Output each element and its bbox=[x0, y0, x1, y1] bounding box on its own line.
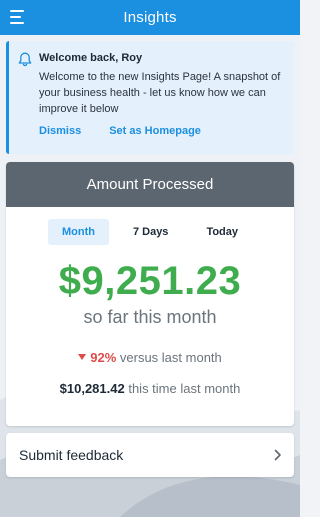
submit-feedback-label: Submit feedback bbox=[19, 447, 124, 463]
decrease-arrow-icon bbox=[78, 353, 87, 360]
set-homepage-button[interactable]: Set as Homepage bbox=[109, 125, 201, 137]
month-change: 92% versus last month bbox=[6, 350, 294, 365]
tab-7-days[interactable]: 7 Days bbox=[119, 219, 182, 245]
card-title: Amount Processed bbox=[6, 162, 294, 207]
last-month-amount: $10,281.42 bbox=[59, 381, 125, 396]
insights-screen: Insights Welcome back, Roy Welcome to th… bbox=[0, 0, 300, 517]
page-title: Insights bbox=[123, 9, 177, 26]
chevron-right-icon bbox=[274, 449, 281, 461]
submit-feedback-row[interactable]: Submit feedback bbox=[6, 433, 294, 477]
banner-message: Welcome to the new Insights Page! A snap… bbox=[39, 71, 281, 115]
change-text: versus last month bbox=[119, 350, 222, 365]
change-percent: 92% bbox=[90, 350, 117, 365]
period-tabs: Month 7 Days Today bbox=[6, 219, 294, 245]
tab-month[interactable]: Month bbox=[47, 219, 109, 245]
amount-processed-card: Amount Processed Month 7 Days Today $9,2… bbox=[6, 162, 294, 426]
bell-icon bbox=[18, 52, 32, 67]
last-month-comparison: $10,281.42 this time last month bbox=[6, 381, 294, 396]
welcome-banner: Welcome back, Roy Welcome to the new Ins… bbox=[6, 41, 294, 154]
hamburger-menu-icon[interactable] bbox=[10, 9, 26, 25]
tab-today[interactable]: Today bbox=[192, 219, 252, 245]
app-header: Insights bbox=[0, 0, 300, 35]
amount-caption: so far this month bbox=[83, 307, 217, 327]
amount-value: $9,251.23 bbox=[58, 259, 242, 303]
last-month-text: this time last month bbox=[128, 381, 241, 396]
banner-actions: Dismiss Set as Homepage bbox=[39, 125, 284, 137]
banner-title: Welcome back, Roy bbox=[39, 52, 143, 64]
dismiss-button[interactable]: Dismiss bbox=[39, 125, 81, 137]
